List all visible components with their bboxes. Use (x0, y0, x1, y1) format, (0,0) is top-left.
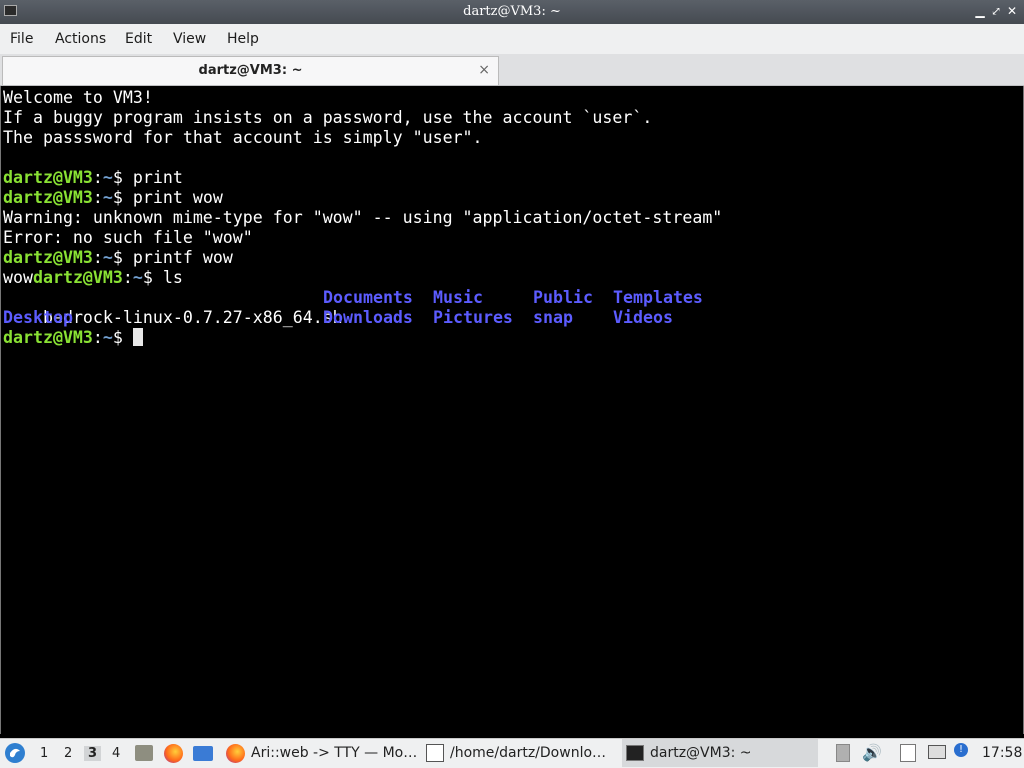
tab-label: dartz@VM3: ~ (198, 63, 303, 78)
taskbar-task-editor[interactable]: /home/dartz/Downlo… (422, 739, 618, 767)
taskbar-task-terminal[interactable]: dartz@VM3: ~ (622, 739, 818, 767)
terminal-cursor (132, 328, 143, 346)
menubar: File Actions Edit View Help (0, 24, 1024, 54)
minimize-icon[interactable]: ▁ (972, 3, 988, 19)
terminal-command-line: dartz@VM3:~$ print wow (3, 188, 223, 207)
menu-actions[interactable]: Actions (55, 31, 106, 47)
terminal-line-welcome: Welcome to VM3! (3, 88, 153, 107)
clipboard-icon[interactable] (900, 744, 916, 762)
workspace-3[interactable]: 3 (84, 746, 102, 761)
maximize-icon[interactable]: ⤢ (988, 3, 1004, 19)
close-icon[interactable]: ✕ (1004, 3, 1020, 19)
terminal-line-info: If a buggy program insists on a password… (3, 108, 653, 127)
ls-dir: Documents (323, 288, 413, 307)
terminal-command-line: dartz@VM3:~$ print (3, 168, 183, 187)
firefox-icon (226, 743, 245, 763)
window-titlebar[interactable]: dartz@VM3: ~ ▁ ⤢ ✕ (0, 0, 1024, 24)
notification-icon[interactable]: ! (954, 743, 968, 757)
terminal-area[interactable]: Welcome to VM3! If a buggy program insis… (0, 86, 1024, 734)
volume-icon[interactable]: 🔊 (862, 743, 882, 762)
workspace-2[interactable]: 2 (64, 746, 72, 761)
file-manager-icon[interactable] (135, 745, 153, 761)
taskbar: 1 2 3 4 Ari::web -> TTY — Mo… /home/dart… (0, 738, 1024, 768)
tab-terminal[interactable]: dartz@VM3: ~ × (2, 56, 499, 85)
ls-output-row: Desktop Downloads Pictures snap Videos (3, 308, 1003, 328)
terminal-command-line: dartz@VM3:~$ printf wow (3, 248, 233, 267)
show-desktop-icon[interactable] (193, 746, 213, 761)
terminal-line-warning: Warning: unknown mime-type for "wow" -- … (3, 208, 723, 227)
terminal-line-info: The passsword for that account is simply… (3, 128, 483, 147)
menu-help[interactable]: Help (227, 31, 259, 47)
ls-dir: Music (433, 288, 483, 307)
ls-dir: Public (533, 288, 593, 307)
workspace-1[interactable]: 1 (40, 746, 48, 761)
workspace-4[interactable]: 4 (112, 746, 120, 761)
window-title: dartz@VM3: ~ (463, 4, 561, 19)
ls-dir: Downloads (323, 308, 413, 327)
ls-dir: Pictures (433, 308, 513, 327)
tab-close-icon[interactable]: × (478, 62, 490, 78)
terminal-line-error: Error: no such file "wow" (3, 228, 253, 247)
text-editor-icon (426, 744, 444, 762)
clock[interactable]: 17:58 (982, 745, 1022, 761)
ls-dir: snap (533, 308, 573, 327)
scroll-tray-icon[interactable] (836, 744, 850, 762)
start-menu-icon[interactable] (5, 743, 25, 763)
taskbar-task-firefox[interactable]: Ari::web -> TTY — Mo… (222, 739, 418, 767)
ls-dir: Templates (613, 288, 703, 307)
menu-file[interactable]: File (10, 31, 33, 47)
terminal-icon (626, 745, 644, 761)
ls-output-row: bedrock-linux-0.7.27-x86_64.sh Documents… (3, 288, 1003, 327)
terminal-command-line: wowdartz@VM3:~$ ls (3, 268, 183, 287)
tab-bar: dartz@VM3: ~ × (0, 54, 1024, 86)
ls-dir: Desktop (3, 308, 73, 327)
menu-edit[interactable]: Edit (125, 31, 152, 47)
terminal-command-line: dartz@VM3:~$ (3, 328, 143, 348)
network-icon[interactable] (928, 745, 946, 759)
firefox-icon[interactable] (164, 744, 183, 763)
ls-dir: Videos (613, 308, 673, 327)
menu-view[interactable]: View (173, 31, 206, 47)
